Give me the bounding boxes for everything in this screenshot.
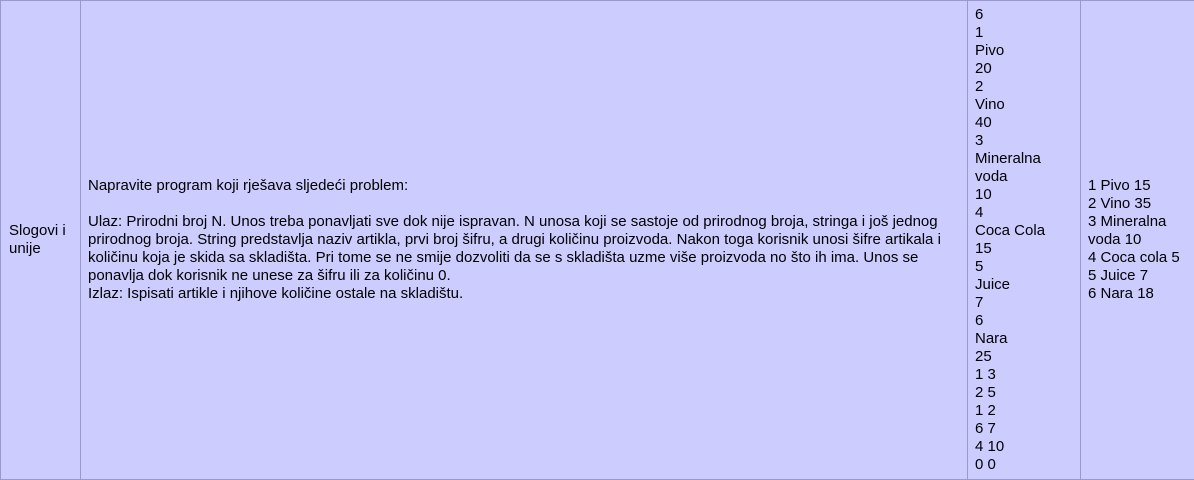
sample-input-line: Coca Cola — [975, 222, 1046, 239]
sample-input-line: 25 — [975, 348, 992, 365]
sample-output-cell: 1 Pivo 15 2 Vino 35 3 Mineralna voda 10 … — [1080, 0, 1194, 480]
sample-input-line: 7 — [975, 294, 984, 311]
sample-input-line: 15 — [975, 240, 992, 257]
sample-input-line: 0 0 — [975, 456, 996, 473]
sample-output-line: voda 10 — [1088, 231, 1142, 248]
sample-input-line: 2 5 — [975, 384, 996, 401]
sample-input-line: Mineralna — [975, 150, 1041, 167]
description-cell: Napravite program koji rješava sljedeći … — [80, 0, 968, 480]
task-table: Slogovi i unije Napravite program koji r… — [0, 0, 1194, 480]
sample-input-cell: 6 1 Pivo 20 2 Vino 40 3 Mineralna voda 1… — [967, 0, 1081, 480]
sample-output-line: 1 Pivo 15 — [1088, 177, 1151, 194]
topic-cell: Slogovi i unije — [0, 0, 81, 480]
sample-input-line: 10 — [975, 186, 992, 203]
sample-input-line: 1 2 — [975, 402, 996, 419]
sample-output-line: 2 Vino 35 — [1088, 195, 1152, 212]
sample-input-line: Nara — [975, 330, 1008, 347]
table-row: Slogovi i unije Napravite program koji r… — [0, 0, 1194, 480]
sample-input-line: voda — [975, 168, 1008, 185]
sample-input-line: 6 7 — [975, 420, 996, 437]
sample-input-line: 3 — [975, 132, 984, 149]
sample-input-line: 1 3 — [975, 366, 996, 383]
sample-input-line: Vino — [975, 96, 1005, 113]
sample-input-line: 5 — [975, 258, 984, 275]
sample-input-line: Pivo — [975, 42, 1005, 59]
sample-output-line: 6 Nara 18 — [1088, 285, 1154, 302]
sample-output-line: 3 Mineralna — [1088, 213, 1167, 230]
description-output: Izlaz: Ispisati artikle i njihove količi… — [88, 285, 464, 302]
description-intro: Napravite program koji rješava sljedeći … — [88, 177, 409, 194]
sample-output-line: 5 Juice 7 — [1088, 267, 1149, 284]
sample-input-line: 20 — [975, 60, 992, 77]
sample-input-line: 4 10 — [975, 438, 1005, 455]
sample-output-line: 4 Coca cola 5 — [1088, 249, 1180, 266]
sample-input-line: Juice — [975, 276, 1011, 293]
topic-text: Slogovi i unije — [9, 222, 66, 257]
sample-input-line: 6 — [975, 312, 984, 329]
sample-input-line: 2 — [975, 78, 984, 95]
sample-input-line: 40 — [975, 114, 992, 131]
sample-input-line: 6 — [975, 6, 984, 23]
sample-input-line: 4 — [975, 204, 984, 221]
sample-input-line: 1 — [975, 24, 984, 41]
description-input: Ulaz: Prirodni broj N. Unos treba ponavl… — [88, 213, 941, 284]
